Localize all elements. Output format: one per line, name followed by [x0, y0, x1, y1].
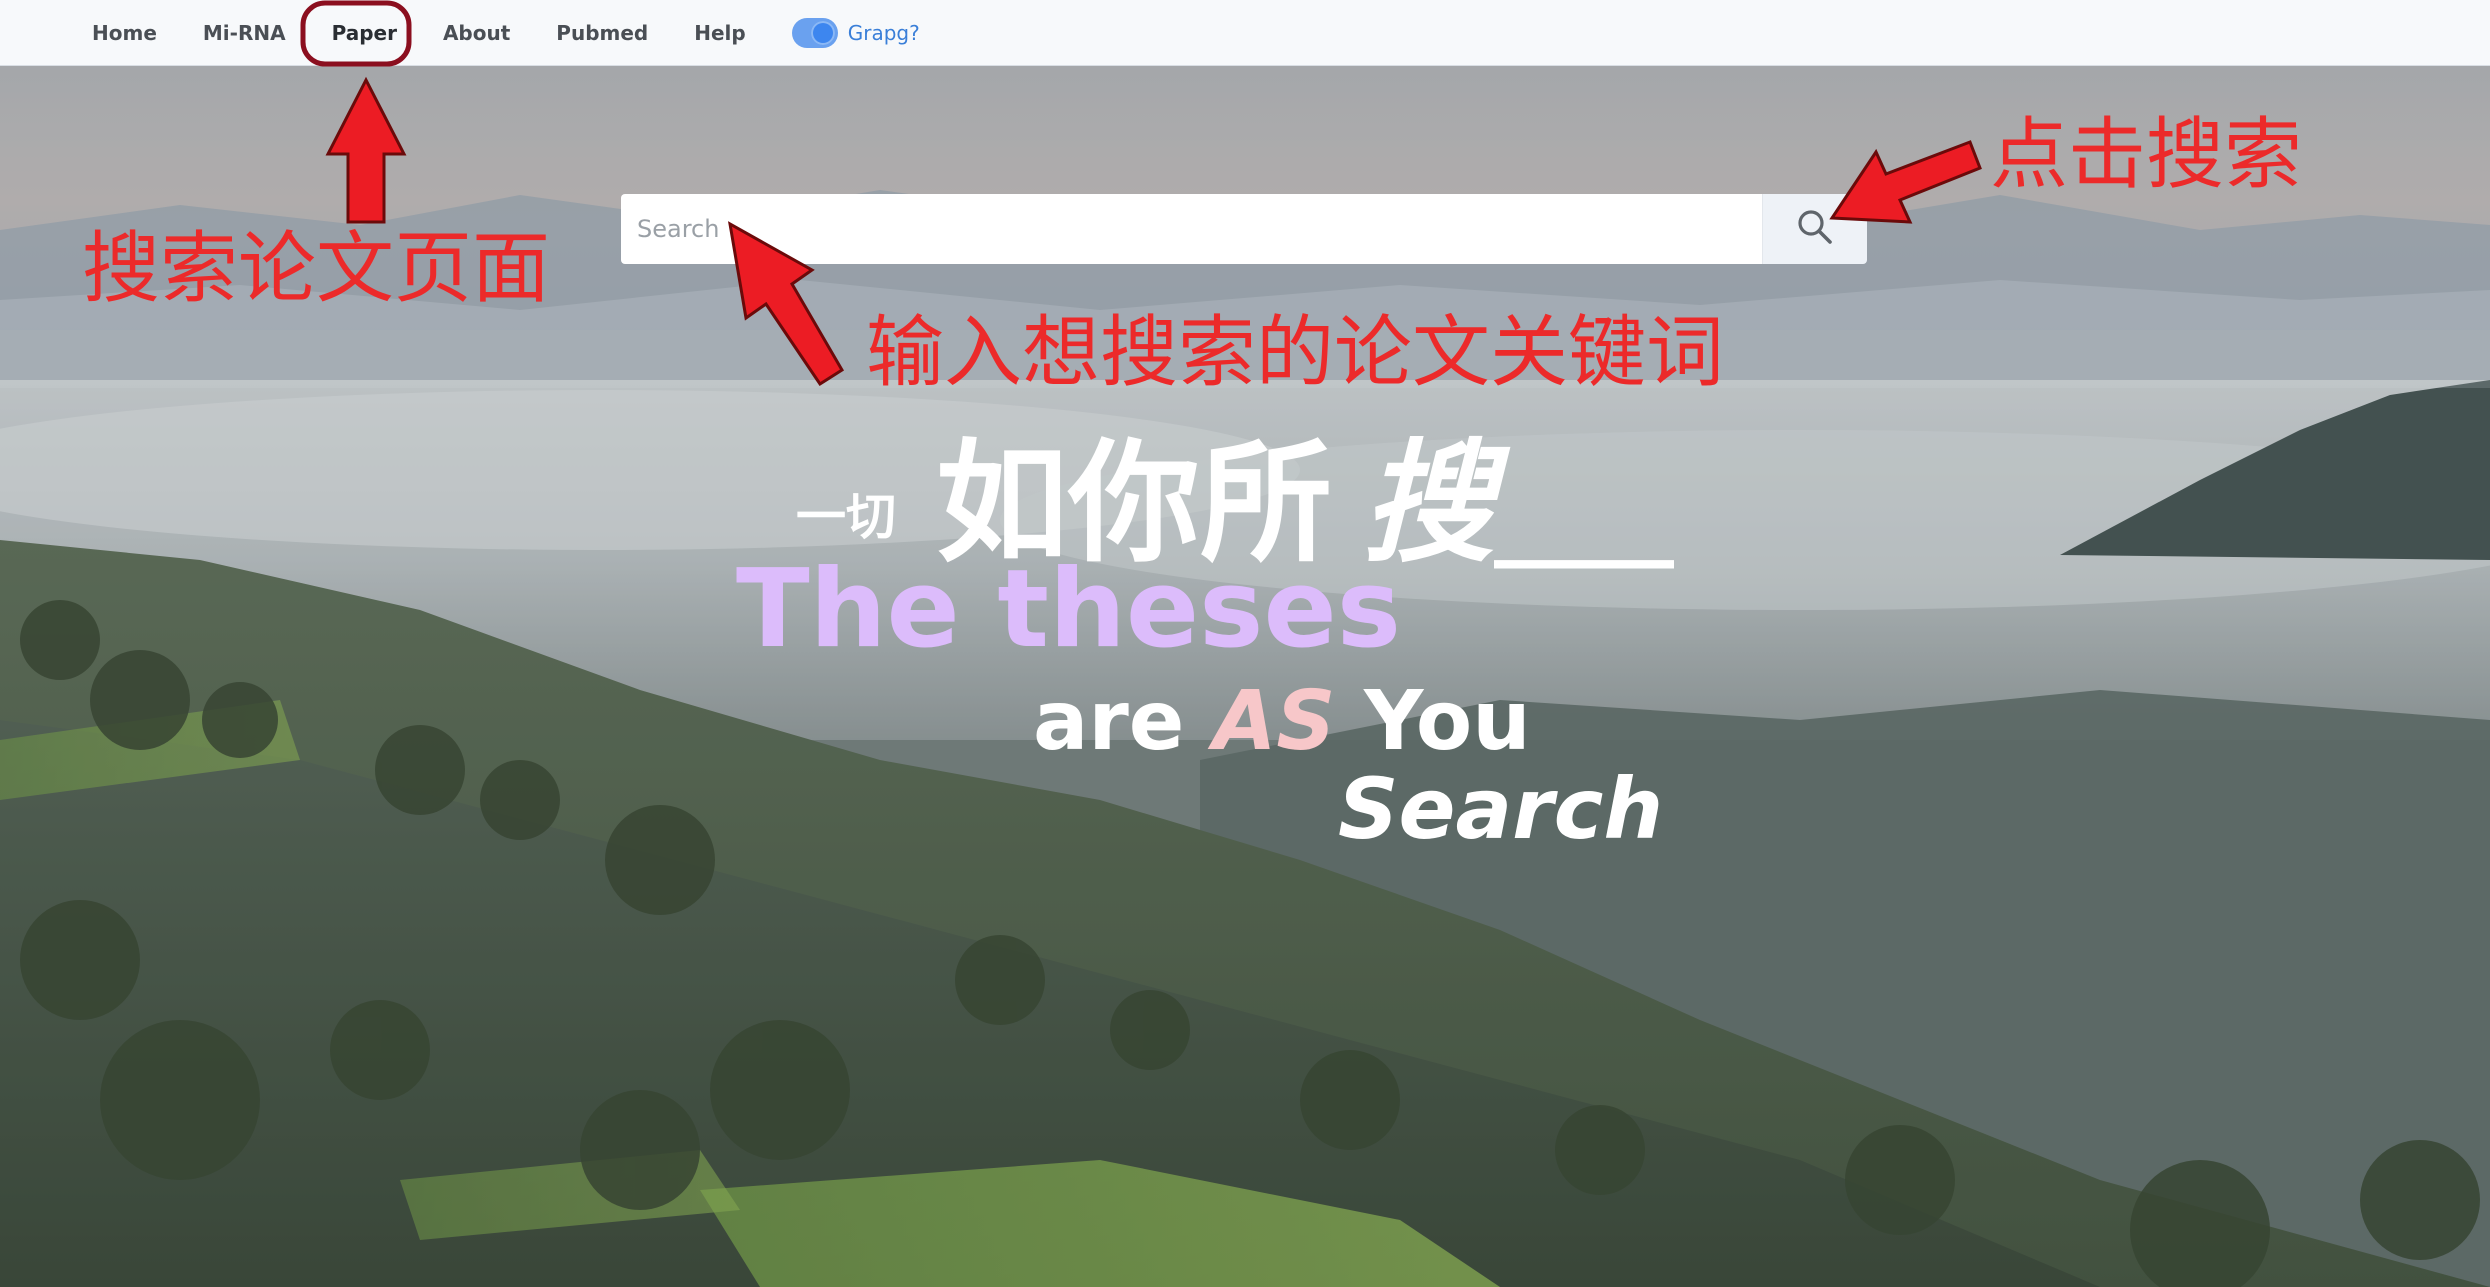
annotation-paper-page: 搜索论文页面 [82, 224, 551, 314]
hero-small-text: 一切 [796, 488, 896, 546]
hero-you: You [1335, 674, 1531, 769]
search-button[interactable] [1762, 194, 1867, 264]
hero-theses: The theses [736, 547, 1401, 672]
nav-mirna[interactable]: Mi-RNA [203, 21, 286, 45]
toggle-label: Grapg? [847, 20, 920, 45]
graph-toggle[interactable]: Grapg? [791, 17, 920, 48]
toggle-switch[interactable] [791, 17, 838, 48]
annotation-click-search: 点击搜索 [1990, 110, 2303, 200]
nav-home[interactable]: Home [92, 21, 157, 45]
search-input[interactable] [621, 194, 1762, 264]
hero-as: AS [1212, 674, 1336, 769]
nav-paper[interactable]: Paper [332, 21, 397, 45]
hero-are: are [1033, 674, 1213, 769]
hero-search-word: Search [1338, 760, 1664, 858]
annotation-input-keywords: 输入想搜索的论文关键词 [866, 308, 1725, 398]
top-navbar: Home Mi-RNA Paper About Pubmed Help Grap… [0, 0, 2490, 66]
toggle-knob [810, 20, 835, 45]
hero-underscore: ____ [1494, 464, 1674, 569]
nav-pubmed[interactable]: Pubmed [556, 21, 648, 45]
nav-help[interactable]: Help [694, 21, 745, 45]
nav-about[interactable]: About [443, 21, 510, 45]
search-icon [1796, 208, 1834, 250]
search-bar [621, 194, 1867, 264]
hero-line-3: are AS You [1033, 681, 1531, 763]
